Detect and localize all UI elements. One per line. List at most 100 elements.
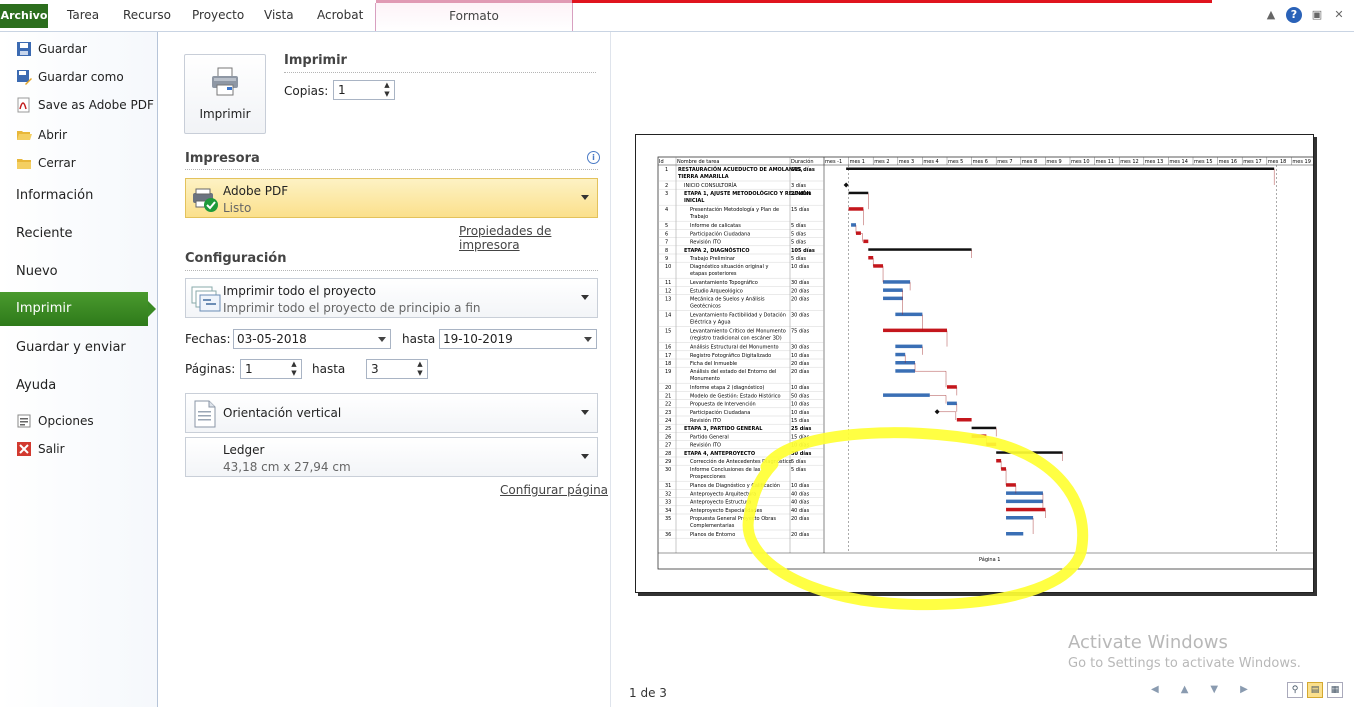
tab-vista[interactable]: Vista (264, 8, 294, 22)
scroll-down-icon[interactable]: ▼ (1210, 684, 1218, 695)
previous-page-icon[interactable]: ◀ (1151, 684, 1159, 695)
sidebar-item-label: Guardar como (38, 70, 124, 84)
gantt-task-bar (1006, 507, 1046, 512)
date-from-field[interactable]: 03-05-2018 (233, 329, 391, 349)
sidebar-item-ayuda[interactable]: Ayuda (16, 378, 56, 393)
gantt-row-name: ETAPA 4, ANTEPROYECTO (684, 451, 755, 457)
until-label: hasta (402, 332, 436, 346)
gantt-row-name: Propuesta de Intervención (690, 401, 756, 408)
gantt-row-id: 2 (665, 183, 668, 189)
gantt-row-name: Prospecciones (690, 474, 726, 480)
sidebar-item-informacion[interactable]: Información (16, 188, 93, 203)
stepper-arrows-icon[interactable]: ▲ ▼ (415, 360, 425, 378)
gantt-row-name: Diagnóstico situación original y (690, 263, 768, 270)
sidebar-item-guardar[interactable]: Guardar (16, 41, 87, 57)
gantt-row-name: Participación Ciudadana (690, 230, 750, 237)
info-icon[interactable]: i (587, 151, 600, 164)
gantt-month-label: mes -1 (825, 159, 842, 165)
gantt-row-id: 22 (665, 402, 671, 408)
orientation-value: Orientación vertical (223, 406, 342, 420)
chevron-down-icon[interactable] (378, 337, 386, 342)
orientation-select[interactable]: Orientación vertical (185, 393, 598, 433)
page-setup-link[interactable]: Configurar página (500, 483, 608, 497)
sidebar-item-salir[interactable]: Salir (16, 441, 65, 457)
printer-properties-link[interactable]: Propiedades de impresora (459, 224, 610, 252)
close-window-icon[interactable]: ✕ (1332, 8, 1346, 22)
gantt-row-duration: 535 días (791, 166, 815, 173)
gantt-month-label: mes 16 (1219, 159, 1238, 165)
gantt-row-name: Informe de calicatas (690, 223, 741, 229)
printer-section-title: Impresora (185, 151, 260, 166)
gantt-row-duration: 5 días (791, 222, 806, 229)
print-button[interactable]: Imprimir (184, 54, 266, 134)
backstage-sidebar: Guardar Guardar como Save as Adobe PDF A… (0, 32, 158, 707)
sidebar-item-guardar-como[interactable]: Guardar como (16, 69, 124, 85)
gantt-row-duration: 15 días (791, 433, 810, 440)
sidebar-item-save-as-pdf[interactable]: Save as Adobe PDF (16, 97, 154, 113)
gantt-row-name: Geotécnicos (690, 303, 721, 310)
gantt-row-name: ETAPA 3, PARTIDO GENERAL (684, 426, 763, 432)
gantt-row-name: Registro Fotográfico Digitalizado (690, 352, 771, 359)
sidebar-item-nuevo[interactable]: Nuevo (16, 264, 58, 279)
sidebar-item-guardar-enviar[interactable]: Guardar y enviar (16, 340, 126, 355)
chevron-down-icon (581, 195, 589, 200)
gantt-row-name: Trabajo Preliminar (689, 256, 736, 262)
minimize-ribbon-icon[interactable]: ▲ (1264, 8, 1278, 22)
gantt-row-duration: 30 días (791, 344, 810, 351)
gantt-row-name: Complementarias (690, 523, 735, 529)
tab-archivo[interactable]: Archivo (0, 4, 48, 28)
gantt-row-id: 18 (665, 361, 671, 367)
options-icon (17, 414, 31, 428)
one-page-icon[interactable]: ▤ (1307, 682, 1323, 698)
chevron-down-icon[interactable] (584, 337, 592, 342)
next-page-icon[interactable]: ▶ (1240, 684, 1248, 695)
sidebar-item-abrir[interactable]: Abrir (16, 127, 67, 143)
print-scope-desc: Imprimir todo el proyecto de principio a… (223, 301, 481, 315)
sidebar-item-reciente[interactable]: Reciente (16, 226, 73, 241)
sidebar-item-opciones[interactable]: Opciones (16, 413, 94, 429)
ribbon: Archivo Tarea Recurso Proyecto Vista Acr… (0, 0, 1354, 32)
save-as-icon (17, 70, 32, 85)
gantt-task-bar (956, 418, 972, 422)
tab-acrobat[interactable]: Acrobat (317, 8, 363, 22)
gantt-summary-bar (848, 191, 869, 195)
actual-size-icon[interactable]: ⚲ (1287, 682, 1303, 698)
gantt-task-bar (868, 256, 874, 260)
date-to-field[interactable]: 19-10-2019 (439, 329, 597, 349)
gantt-pages-icon (191, 286, 221, 312)
gantt-row-name: Trabajo (689, 214, 708, 220)
gantt-row-name: Participación Ciudadana (690, 409, 750, 416)
gantt-month-label: mes 1 (850, 159, 865, 165)
gantt-row-name: Revisión ITO (690, 239, 721, 246)
print-settings-panel: Imprimir Imprimir Copias: 1 ▲ ▼ Impresora… (158, 32, 611, 707)
print-scope-select[interactable]: Imprimir todo el proyecto Imprimir todo … (185, 278, 598, 318)
stepper-arrows-icon[interactable]: ▲ ▼ (289, 360, 299, 378)
copies-stepper[interactable]: 1 ▲ ▼ (333, 80, 395, 100)
gantt-row-duration: 10 días (791, 352, 810, 359)
gantt-row-id: 26 (665, 434, 671, 440)
gantt-row-id: 10 (665, 264, 671, 270)
tab-recurso[interactable]: Recurso (123, 8, 171, 22)
page-to-stepper[interactable]: 3 ▲ ▼ (366, 359, 428, 379)
pdf-printer-icon (193, 188, 218, 212)
help-icon[interactable]: ? (1286, 7, 1302, 23)
gantt-month-label: mes 7 (997, 159, 1012, 165)
gantt-row-duration: 20 días (791, 190, 811, 197)
gantt-row-id: 36 (665, 532, 671, 538)
gantt-row-duration: 40 días (791, 499, 810, 506)
gantt-task-bar (883, 296, 903, 301)
restore-window-icon[interactable]: ▣ (1310, 8, 1324, 22)
printer-select[interactable]: Adobe PDF Listo (185, 178, 598, 218)
scroll-up-icon[interactable]: ▲ (1181, 684, 1189, 695)
gantt-task-bar (895, 369, 916, 373)
gantt-row-id: 5 (665, 223, 668, 229)
stepper-arrows-icon[interactable]: ▲ ▼ (382, 81, 392, 99)
page-from-stepper[interactable]: 1 ▲ ▼ (240, 359, 302, 379)
paper-size-select[interactable]: Ledger 43,18 cm x 27,94 cm (185, 437, 598, 477)
tab-tarea[interactable]: Tarea (67, 8, 99, 22)
tab-formato[interactable]: Formato (375, 3, 573, 31)
multiple-pages-icon[interactable]: ▦ (1327, 682, 1343, 698)
sidebar-item-cerrar[interactable]: Cerrar (16, 155, 76, 171)
tab-proyecto[interactable]: Proyecto (192, 8, 244, 22)
sidebar-item-imprimir[interactable]: Imprimir (0, 292, 156, 326)
